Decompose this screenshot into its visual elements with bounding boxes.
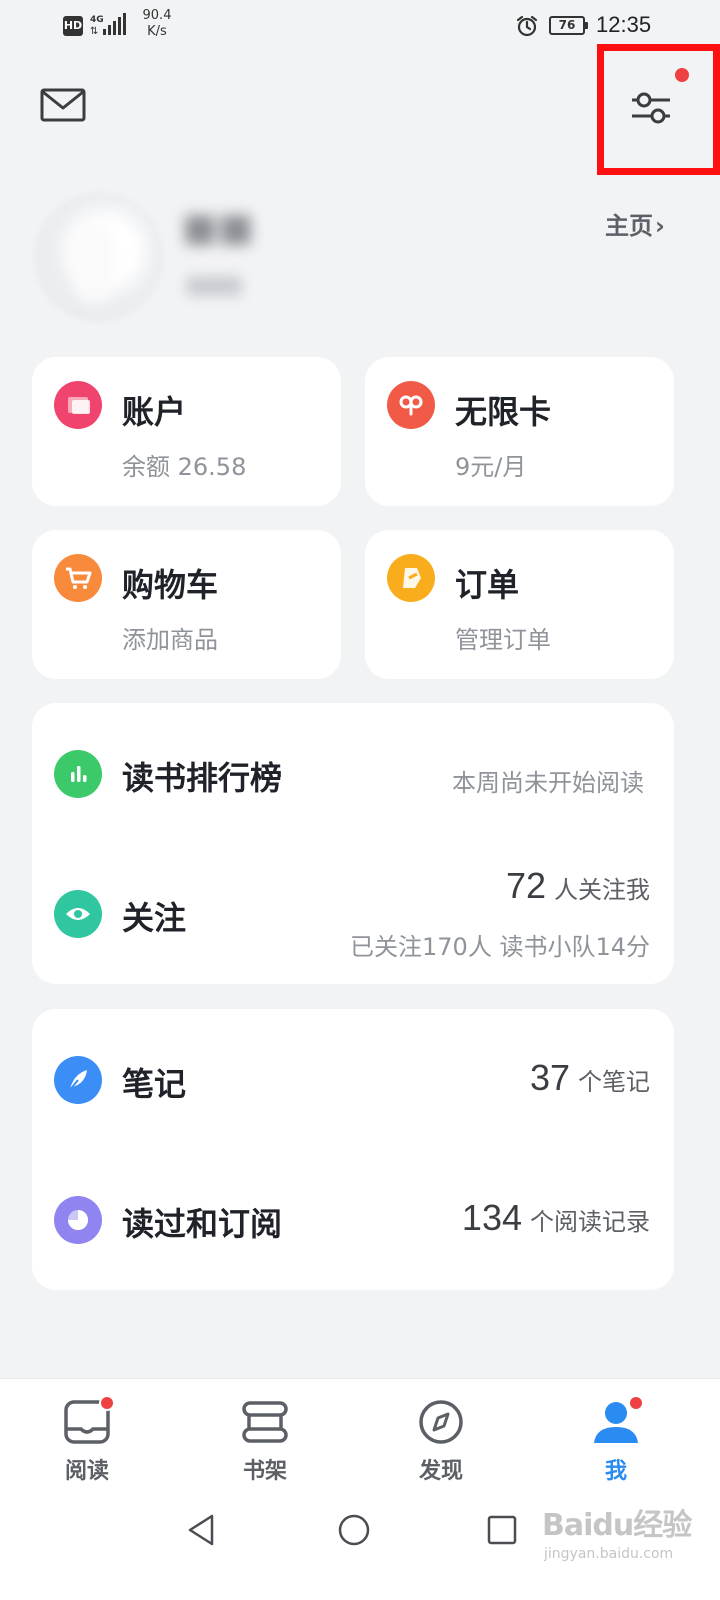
reading-badge: [99, 1395, 115, 1411]
signal-icon: 4G ⇅: [90, 13, 126, 37]
clock: 12:35: [596, 12, 652, 37]
back-icon[interactable]: [180, 1508, 224, 1552]
eye-icon: [54, 890, 102, 938]
history-summary: 134 个阅读记录: [462, 1197, 650, 1239]
cart-subtitle: 添加商品: [122, 626, 218, 654]
history-count: 134: [461, 1197, 522, 1238]
nav-discover-label: 发现: [418, 1459, 463, 1484]
wallet-icon: [54, 381, 102, 429]
svg-text:⇅: ⇅: [90, 26, 98, 37]
follow-detail: 已关注170人 读书小队14分: [350, 933, 650, 961]
nav-bookshelf-label: 书架: [242, 1459, 287, 1484]
me-badge: [628, 1395, 644, 1411]
network-speed: 90.4 K/s: [137, 8, 177, 40]
nav-reading-label: 阅读: [64, 1459, 109, 1484]
cart-icon: [54, 554, 102, 602]
envelope-icon[interactable]: [40, 88, 86, 122]
pie-icon: [54, 1196, 102, 1244]
watermark-brand: Baidu经验: [542, 1508, 692, 1543]
ranking-title: 读书排行榜: [122, 759, 283, 797]
social-card: 读书排行榜 本周尚未开始阅读 关注 72 人关注我 已关注170人 读书小队14分: [32, 703, 674, 984]
bar-chart-icon: [54, 750, 102, 798]
infinity-card-icon: [387, 381, 435, 429]
unlimited-card[interactable]: 无限卡 9元/月: [365, 357, 674, 506]
orders-card[interactable]: 订单 管理订单: [365, 530, 674, 679]
cart-card[interactable]: 购物车 添加商品: [32, 530, 341, 679]
orders-title: 订单: [455, 566, 520, 604]
bottom-nav: 阅读 书架 发现 我: [0, 1378, 720, 1500]
avatar[interactable]: [34, 192, 164, 322]
nav-reading[interactable]: 阅读: [37, 1379, 137, 1501]
cart-title: 购物车: [122, 566, 219, 604]
history-row[interactable]: 读过和订阅 134 个阅读记录: [32, 1149, 674, 1290]
watermark-url: jingyan.baidu.com: [544, 1546, 674, 1562]
homepage-link[interactable]: 主页›: [605, 206, 665, 241]
unlimited-title: 无限卡: [455, 393, 552, 431]
notes-card: 笔记 37 个笔记 读过和订阅 134 个阅读记录: [32, 1009, 674, 1290]
battery-icon: 76: [549, 16, 588, 35]
user-subtitle-blurred: [186, 276, 242, 296]
feather-icon: [54, 1056, 102, 1104]
account-title: 账户: [122, 393, 187, 431]
bookshelf-icon: [242, 1401, 288, 1443]
account-balance: 余额 26.58: [122, 453, 247, 481]
nav-discover[interactable]: 发现: [391, 1379, 491, 1501]
hd-indicator: HD: [63, 16, 83, 36]
watermark: Baidu经验 jingyan.baidu.com: [542, 1486, 712, 1576]
nav-me-label: 我: [604, 1459, 627, 1484]
follow-row[interactable]: 关注 72 人关注我 已关注170人 读书小队14分: [32, 843, 674, 984]
speed-value: 90.4: [142, 8, 172, 23]
notification-dot: [675, 68, 689, 82]
followers-count: 72: [505, 865, 546, 906]
homepage-label: 主页: [605, 212, 653, 240]
nav-bookshelf[interactable]: 书架: [215, 1379, 315, 1501]
history-title: 读过和订阅: [122, 1205, 283, 1243]
notes-count: 37: [529, 1057, 570, 1098]
home-icon[interactable]: [332, 1508, 376, 1552]
ranking-status: 本周尚未开始阅读: [452, 769, 644, 797]
network-type: 4G: [90, 15, 104, 25]
alarm-icon: [516, 15, 538, 37]
sliders-icon: [632, 92, 670, 124]
follow-title: 关注: [122, 899, 187, 937]
orders-subtitle: 管理订单: [455, 626, 551, 654]
unlimited-price: 9元/月: [455, 453, 527, 481]
recents-icon[interactable]: [480, 1508, 524, 1552]
ranking-row[interactable]: 读书排行榜 本周尚未开始阅读: [32, 703, 674, 843]
user-name-blurred: ■■: [182, 205, 254, 249]
notes-summary: 37 个笔记: [530, 1057, 650, 1099]
compass-icon: [419, 1400, 463, 1444]
notes-title: 笔记: [122, 1065, 187, 1103]
order-icon: [387, 554, 435, 602]
account-card[interactable]: 账户 余额 26.58: [32, 357, 341, 506]
notes-unit: 个笔记: [578, 1068, 650, 1096]
chevron-right-icon: ›: [655, 212, 665, 240]
history-unit: 个阅读记录: [530, 1208, 650, 1236]
followers-label: 人关注我: [554, 876, 650, 904]
followers-summary: 72 人关注我: [506, 865, 650, 907]
speed-unit: K/s: [147, 24, 167, 39]
settings-button[interactable]: [597, 44, 720, 175]
notes-row[interactable]: 笔记 37 个笔记: [32, 1009, 674, 1149]
nav-me[interactable]: 我: [566, 1379, 666, 1501]
